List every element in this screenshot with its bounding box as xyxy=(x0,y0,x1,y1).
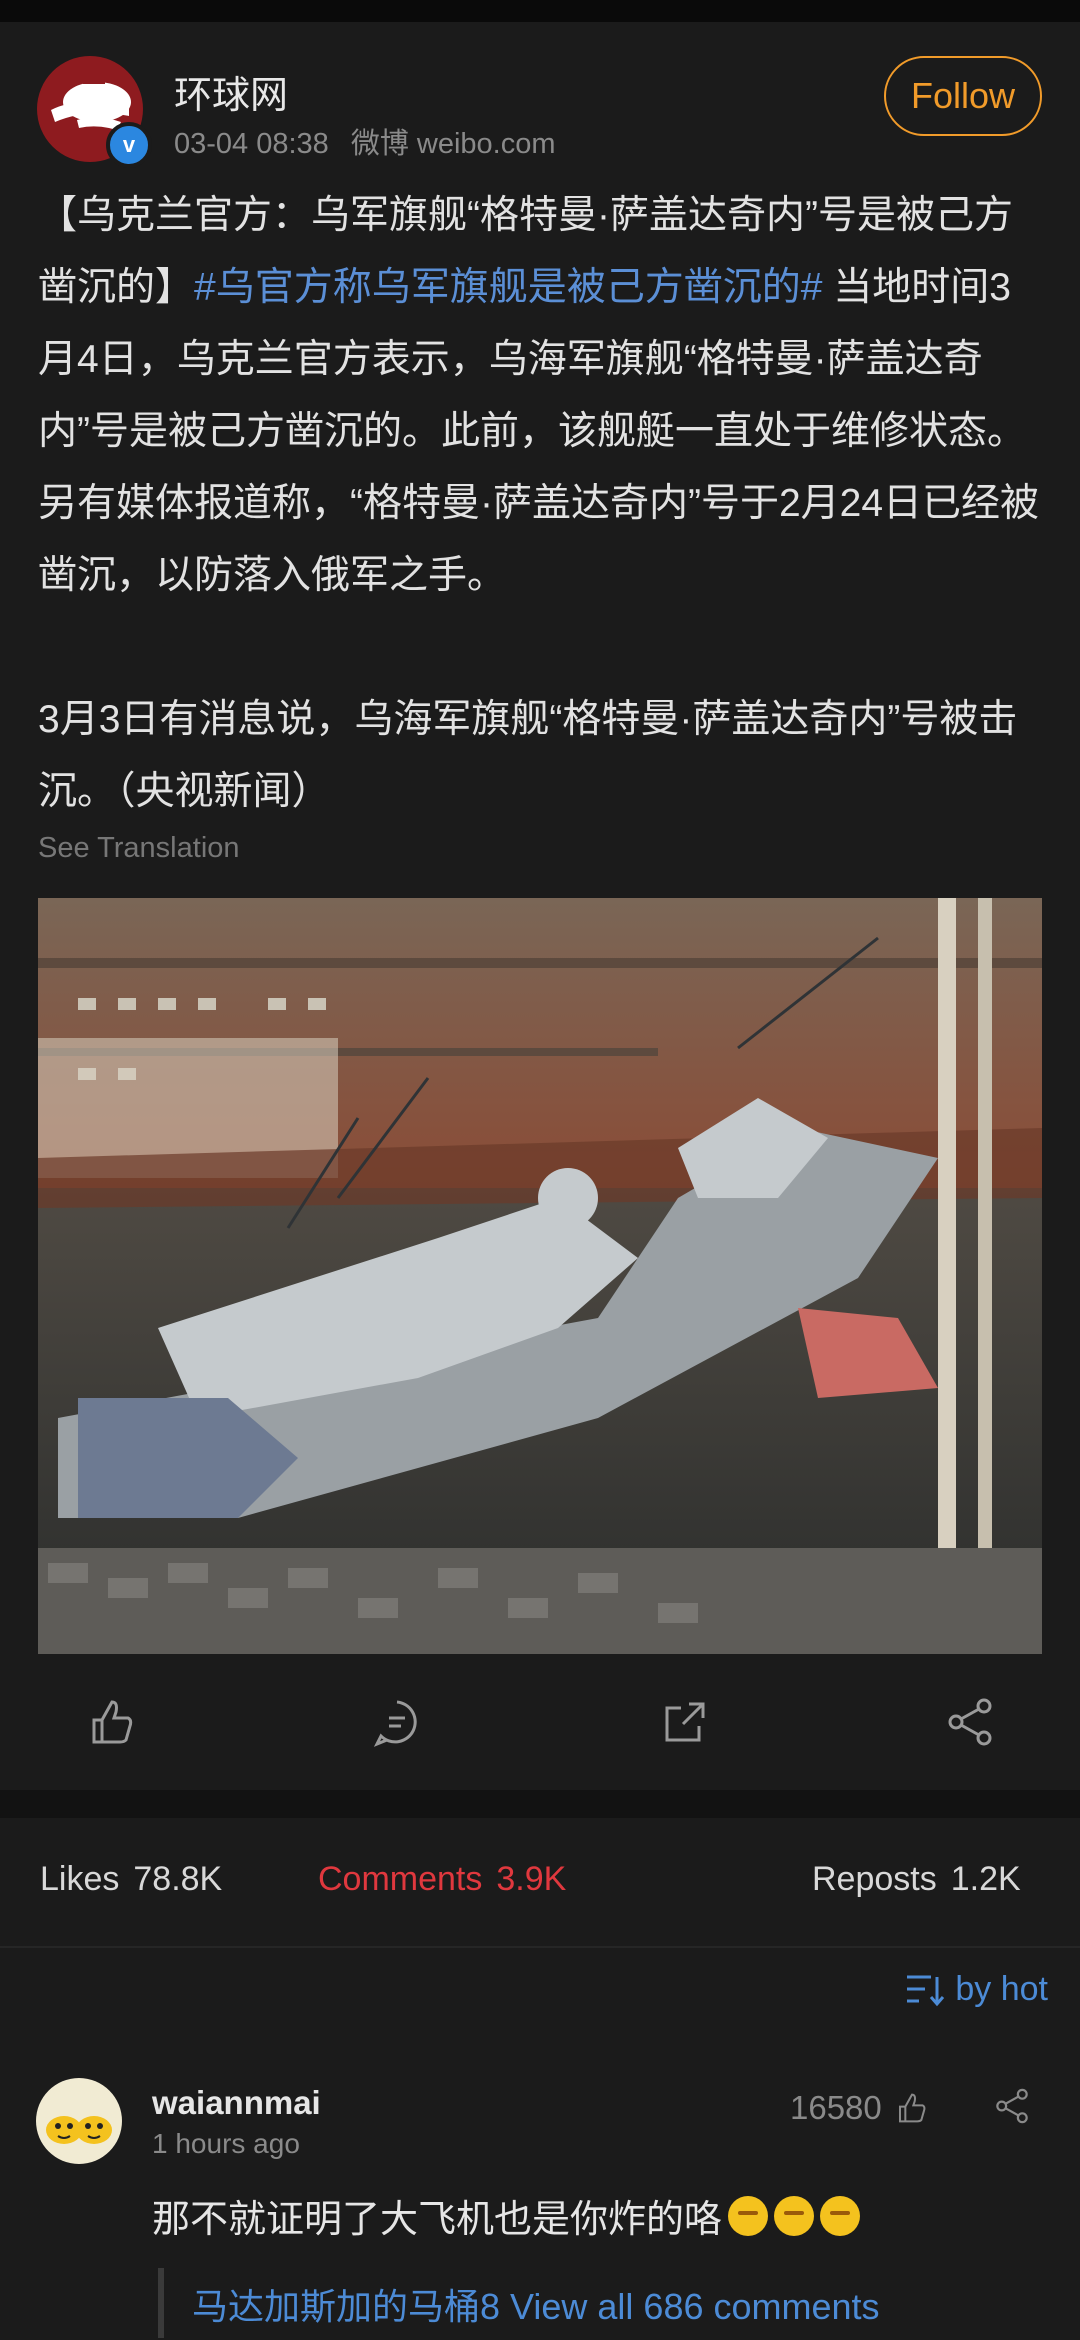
reply-preview[interactable]: 马达加斯加的马桶8 View all 686 comments xyxy=(158,2268,1044,2338)
comment-body: 那不就证明了大飞机也是你炸的咯 xyxy=(152,2199,723,2241)
tab-comments[interactable]: Comments 3.9K xyxy=(318,1860,566,1899)
stats-tabs: Likes 78.8K Comments 3.9K Reposts 1.2K xyxy=(0,1818,1080,1948)
comment-button[interactable] xyxy=(367,1692,427,1752)
comment-icon xyxy=(373,1700,417,1747)
hashtag-link[interactable]: #乌官方称乌军旗舰是被己方凿沉的# xyxy=(194,266,822,309)
comment-text: 那不就证明了大飞机也是你炸的咯 xyxy=(152,2188,861,2243)
sunken-ship-photo xyxy=(38,898,1042,1654)
post-source: 微博 weibo.com xyxy=(350,128,556,160)
post-meta: 03-04 08:38 微博 weibo.com xyxy=(174,120,555,162)
thinking-emoji-icon xyxy=(820,2195,861,2236)
like-icon xyxy=(92,1700,133,1744)
cartoon-avatar-icon xyxy=(46,2116,112,2144)
comment-like-count: 16580 xyxy=(790,2089,882,2126)
thinking-emoji-icon xyxy=(728,2195,769,2236)
comment-like-button[interactable]: 16580 xyxy=(790,2088,932,2128)
top-strip xyxy=(0,0,1080,22)
post-text-body: 当地时间3月4日，乌克兰官方表示，乌海军旗舰“格特曼·萨盖达奇内”号是被己方凿沉… xyxy=(38,266,1040,813)
repost-button[interactable] xyxy=(655,1692,715,1752)
comment-like-icon xyxy=(898,2093,926,2123)
thinking-emoji-icon xyxy=(774,2195,815,2236)
likes-count: 78.8K xyxy=(133,1860,223,1898)
post-card: v 环球网 03-04 08:38 微博 weibo.com Follow 【乌克… xyxy=(0,22,1080,1790)
comment-share-button[interactable] xyxy=(990,2084,1034,2133)
sort-icon xyxy=(907,1975,945,2006)
likes-label: Likes xyxy=(40,1860,120,1898)
verified-badge-icon: v xyxy=(106,122,152,168)
tab-likes[interactable]: Likes 78.8K xyxy=(40,1860,222,1899)
repost-icon xyxy=(665,1702,705,1742)
post-image[interactable] xyxy=(38,898,1042,1654)
follow-button[interactable]: Follow xyxy=(884,56,1042,136)
tab-reposts[interactable]: Reposts 1.2K xyxy=(812,1860,1021,1899)
commenter-username[interactable]: waiannmai xyxy=(152,2084,321,2122)
comments-section: by hot waiannmai 1 hours ago 16580 那不就证明… xyxy=(0,1948,1080,2340)
comments-label: Comments xyxy=(318,1860,483,1898)
sort-label: by hot xyxy=(955,1970,1048,2008)
comments-count: 3.9K xyxy=(496,1860,567,1898)
view-all-comments-link[interactable]: 马达加斯加的马桶8 View all 686 comments xyxy=(192,2278,880,2330)
reposts-count: 1.2K xyxy=(950,1860,1021,1898)
commenter-avatar[interactable] xyxy=(36,2078,122,2164)
comment-share-icon xyxy=(996,2088,1028,2124)
author-name[interactable]: 环球网 xyxy=(174,64,288,119)
reposts-label: Reposts xyxy=(812,1860,937,1898)
post-time: 03-04 08:38 xyxy=(174,128,329,160)
post-text: 【乌克兰官方：乌军旗舰“格特曼·萨盖达奇内”号是被己方凿沉的】#乌官方称乌军旗舰… xyxy=(38,180,1043,828)
post-action-bar xyxy=(0,1692,1080,1792)
like-button[interactable] xyxy=(82,1692,142,1752)
share-button[interactable] xyxy=(940,1692,1000,1752)
share-icon xyxy=(948,1698,992,1746)
comment-time: 1 hours ago xyxy=(152,2128,300,2159)
see-translation-link[interactable]: See Translation xyxy=(38,832,240,865)
sort-toggle[interactable]: by hot xyxy=(905,1970,1048,2009)
